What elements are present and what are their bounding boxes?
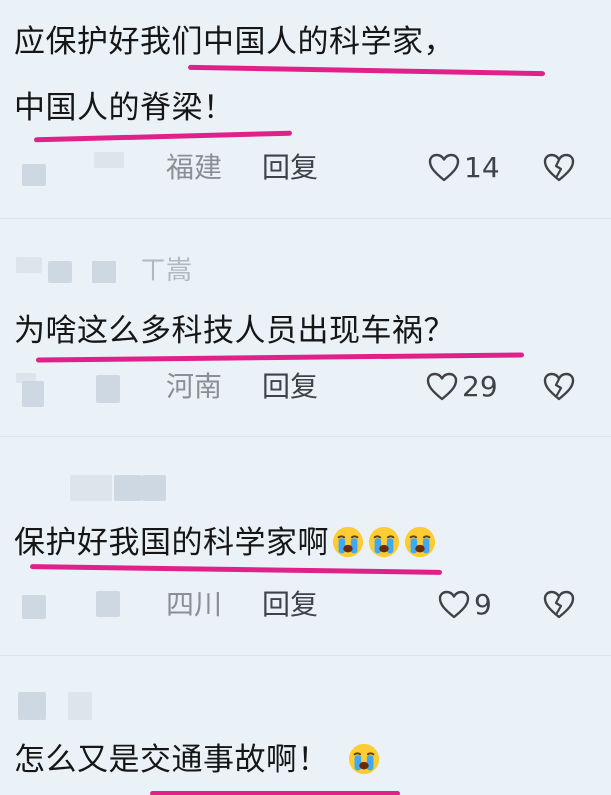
like-count: 29 bbox=[462, 370, 498, 403]
comment-text: 保护好我国的科学家啊 bbox=[14, 523, 437, 563]
reply-button[interactable]: 回复 bbox=[262, 585, 318, 625]
heart-outline-icon bbox=[438, 589, 470, 621]
avatar bbox=[22, 164, 46, 186]
comment-text: 中国人的脊梁！ bbox=[14, 90, 235, 126]
reply-button[interactable]: 回复 bbox=[262, 148, 318, 188]
highlight-underline bbox=[33, 130, 293, 143]
highlight-underline bbox=[187, 64, 546, 77]
avatar bbox=[22, 381, 44, 407]
comment-header: ㄒ嵩 bbox=[0, 253, 611, 293]
like-button[interactable]: 9 bbox=[438, 585, 492, 625]
broken-heart-icon[interactable] bbox=[543, 589, 575, 621]
crying-face-emoji bbox=[367, 525, 401, 559]
avatar bbox=[16, 257, 42, 273]
location-label: 福建 bbox=[166, 151, 223, 184]
username bbox=[94, 152, 124, 168]
heart-outline-icon bbox=[428, 152, 460, 184]
username-fragment: ㄒ嵩 bbox=[140, 256, 193, 286]
location-label: 河南 bbox=[166, 370, 223, 403]
avatar bbox=[18, 692, 46, 720]
like-button[interactable]: 29 bbox=[426, 367, 498, 407]
comment-text-content: 保护好我国的科学家啊 bbox=[14, 525, 329, 561]
comment-header bbox=[0, 692, 611, 732]
username bbox=[114, 475, 142, 501]
username bbox=[96, 591, 120, 617]
reply-button[interactable]: 回复 bbox=[262, 367, 318, 407]
username bbox=[68, 692, 92, 720]
location-label: 四川 bbox=[166, 588, 223, 621]
username bbox=[92, 261, 116, 283]
like-count: 14 bbox=[464, 151, 500, 184]
comment-item: ㄒ嵩 为啥这么多科技人员出现车祸？ 河南 回复 29 bbox=[0, 219, 611, 436]
comment-item: 应保护好我们中国人的科学家， 中国人的脊梁！ 福建 回复 14 bbox=[0, 0, 611, 218]
broken-heart-icon[interactable] bbox=[543, 371, 575, 403]
username bbox=[48, 261, 72, 283]
crying-face-emoji bbox=[331, 525, 365, 559]
username bbox=[142, 475, 166, 501]
comment-text-content: 怎么又是交通事故啊！ bbox=[14, 742, 329, 778]
comment-meta: 四川 回复 9 bbox=[0, 585, 611, 625]
comment-header bbox=[0, 475, 611, 515]
avatar bbox=[22, 595, 46, 619]
comment-meta: 福建 回复 14 bbox=[0, 148, 611, 188]
crying-face-emoji bbox=[403, 525, 437, 559]
heart-outline-icon bbox=[426, 371, 458, 403]
crying-face-emoji bbox=[347, 742, 381, 776]
like-count: 9 bbox=[474, 588, 492, 621]
username bbox=[96, 375, 120, 403]
highlight-underline bbox=[35, 352, 525, 363]
comment-text: 应保护好我们中国人的科学家， bbox=[14, 24, 455, 60]
like-button[interactable]: 14 bbox=[428, 148, 500, 188]
comment-item: 怎么又是交通事故啊！ bbox=[0, 656, 611, 795]
avatar bbox=[70, 475, 112, 501]
highlight-underline bbox=[29, 564, 443, 575]
comment-text: 为啥这么多科技人员出现车祸？ bbox=[14, 313, 455, 349]
broken-heart-icon[interactable] bbox=[543, 152, 575, 184]
comment-item: 保护好我国的科学家啊 四川 回复 9 bbox=[0, 437, 611, 655]
comment-meta: 河南 回复 29 bbox=[0, 367, 611, 407]
comment-text: 怎么又是交通事故啊！ bbox=[14, 740, 381, 780]
highlight-underline bbox=[150, 791, 400, 795]
